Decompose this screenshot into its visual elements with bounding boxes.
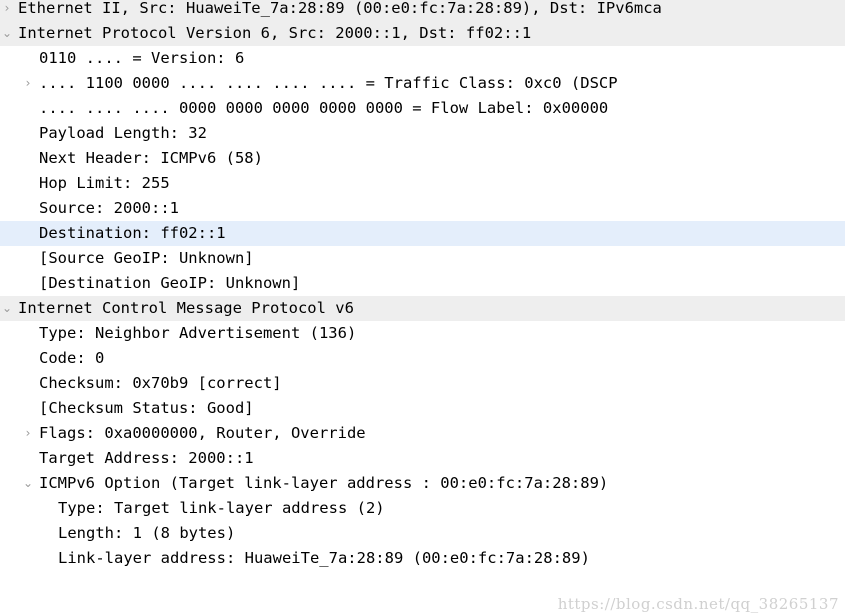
tree-row-label: .... .... .... 0000 0000 0000 0000 0000 … <box>39 99 609 117</box>
tree-row-label: Ethernet II, Src: HuaweiTe_7a:28:89 (00:… <box>18 0 662 17</box>
tree-row-option-type[interactable]: Type: Target link-layer address (2) <box>0 496 845 521</box>
tree-row-label: Target Address: 2000::1 <box>39 449 254 467</box>
tree-row-icmpv6-option[interactable]: ICMPv6 Option (Target link-layer address… <box>0 471 845 496</box>
chevron-right-icon[interactable] <box>21 71 35 96</box>
chevron-right-icon[interactable] <box>0 0 14 21</box>
tree-row-destination-geoip[interactable]: [Destination GeoIP: Unknown] <box>0 271 845 296</box>
tree-row-label: Internet Protocol Version 6, Src: 2000::… <box>18 24 532 42</box>
tree-row-label: Next Header: ICMPv6 (58) <box>39 149 263 167</box>
tree-row-ethernet-ii[interactable]: Ethernet II, Src: HuaweiTe_7a:28:89 (00:… <box>0 0 845 21</box>
tree-row-icmpv6-checksum-status[interactable]: [Checksum Status: Good] <box>0 396 845 421</box>
chevron-down-icon[interactable] <box>0 21 14 46</box>
tree-row-next-header[interactable]: Next Header: ICMPv6 (58) <box>0 146 845 171</box>
tree-row-icmpv6-type[interactable]: Type: Neighbor Advertisement (136) <box>0 321 845 346</box>
tree-row-label: [Destination GeoIP: Unknown] <box>39 274 301 292</box>
tree-row-icmpv6-code[interactable]: Code: 0 <box>0 346 845 371</box>
tree-row-label: Hop Limit: 255 <box>39 174 170 192</box>
chevron-down-icon[interactable] <box>21 471 35 496</box>
tree-row-label: ICMPv6 Option (Target link-layer address… <box>39 474 609 492</box>
tree-row-hop-limit[interactable]: Hop Limit: 255 <box>0 171 845 196</box>
tree-row-option-length[interactable]: Length: 1 (8 bytes) <box>0 521 845 546</box>
tree-row-flow-label[interactable]: .... .... .... 0000 0000 0000 0000 0000 … <box>0 96 845 121</box>
tree-row-version[interactable]: 0110 .... = Version: 6 <box>0 46 845 71</box>
tree-row-icmpv6[interactable]: Internet Control Message Protocol v6 <box>0 296 845 321</box>
tree-row-icmpv6-flags[interactable]: Flags: 0xa0000000, Router, Override <box>0 421 845 446</box>
tree-row-label: Length: 1 (8 bytes) <box>58 524 236 542</box>
tree-row-link-layer-address[interactable]: Link-layer address: HuaweiTe_7a:28:89 (0… <box>0 546 845 571</box>
tree-row-label: Type: Neighbor Advertisement (136) <box>39 324 357 342</box>
chevron-down-icon[interactable] <box>0 296 14 321</box>
watermark-text: https://blog.csdn.net/qq_38265137 <box>557 595 839 613</box>
tree-row-source-geoip[interactable]: [Source GeoIP: Unknown] <box>0 246 845 271</box>
tree-row-source-address[interactable]: Source: 2000::1 <box>0 196 845 221</box>
tree-row-traffic-class[interactable]: .... 1100 0000 .... .... .... .... = Tra… <box>0 71 845 96</box>
chevron-right-icon[interactable] <box>21 421 35 446</box>
packet-details-tree[interactable]: Ethernet II, Src: HuaweiTe_7a:28:89 (00:… <box>0 0 845 571</box>
tree-row-label: [Source GeoIP: Unknown] <box>39 249 254 267</box>
tree-row-label: Internet Control Message Protocol v6 <box>18 299 354 317</box>
tree-row-label: Code: 0 <box>39 349 105 367</box>
tree-row-label: Link-layer address: HuaweiTe_7a:28:89 (0… <box>58 549 590 567</box>
tree-row-payload-length[interactable]: Payload Length: 32 <box>0 121 845 146</box>
tree-row-label: Source: 2000::1 <box>39 199 179 217</box>
tree-row-label: Payload Length: 32 <box>39 124 207 142</box>
tree-row-label: Type: Target link-layer address (2) <box>58 499 385 517</box>
tree-row-label: Flags: 0xa0000000, Router, Override <box>39 424 366 442</box>
tree-row-ipv6[interactable]: Internet Protocol Version 6, Src: 2000::… <box>0 21 845 46</box>
tree-row-label: Checksum: 0x70b9 [correct] <box>39 374 282 392</box>
tree-row-label: [Checksum Status: Good] <box>39 399 254 417</box>
tree-row-label: Destination: ff02::1 <box>39 224 226 242</box>
tree-row-icmpv6-checksum[interactable]: Checksum: 0x70b9 [correct] <box>0 371 845 396</box>
tree-row-label: .... 1100 0000 .... .... .... .... = Tra… <box>39 74 618 92</box>
tree-row-destination-address[interactable]: Destination: ff02::1 <box>0 221 845 246</box>
tree-row-label: 0110 .... = Version: 6 <box>39 49 245 67</box>
tree-row-target-address[interactable]: Target Address: 2000::1 <box>0 446 845 471</box>
